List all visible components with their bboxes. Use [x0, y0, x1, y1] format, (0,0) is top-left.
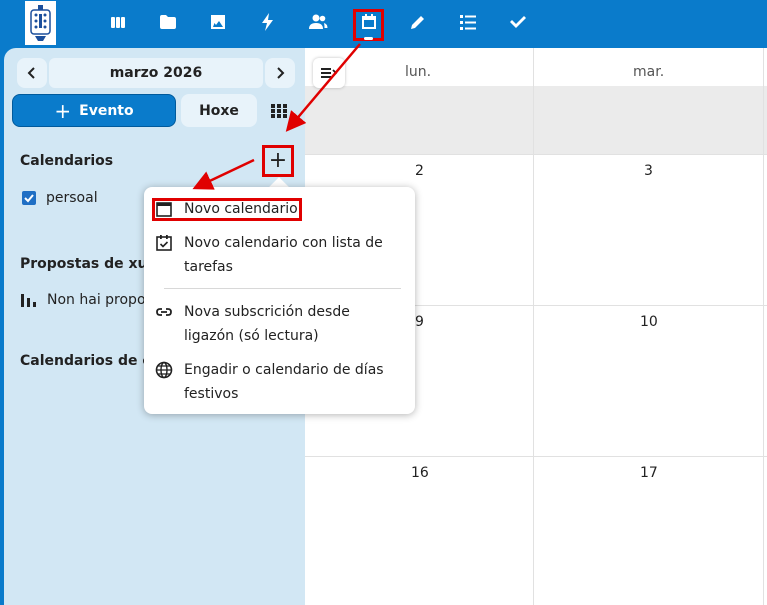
dashboard-icon[interactable]: [104, 8, 132, 36]
toggle-sidebar-button[interactable]: [313, 58, 345, 88]
day-cell-number[interactable]: 17: [640, 465, 658, 481]
notes-icon[interactable]: [404, 8, 432, 36]
contacts-icon[interactable]: [304, 8, 332, 36]
calendar-item-label: persoal: [46, 190, 98, 206]
row-divider: [305, 456, 767, 457]
calendars-section-title: Calendarios: [20, 153, 114, 169]
plus-icon: +: [268, 148, 288, 173]
menu-item-add-holidays[interactable]: Engadir o calendario de días festivos: [154, 358, 404, 406]
month-picker[interactable]: marzo 2026: [49, 58, 263, 88]
calendar-check-icon: [156, 235, 172, 251]
column-divider: [763, 48, 764, 605]
date-navigation: marzo 2026: [17, 58, 295, 88]
logo[interactable]: [25, 1, 56, 45]
day-cell-number[interactable]: 16: [411, 465, 429, 481]
menu-item-new-calendar-tasks[interactable]: Novo calendario con lista de tarefas: [154, 231, 404, 279]
day-cell-number[interactable]: 2: [415, 163, 424, 179]
checkmark-icon[interactable]: [504, 8, 532, 36]
activity-icon[interactable]: [254, 8, 282, 36]
day-header-mon: lun.: [405, 64, 432, 80]
coat-of-arms-icon: [30, 5, 51, 41]
menu-item-label: Engadir o calendario de días festivos: [184, 362, 384, 402]
chevron-right-icon: [277, 67, 285, 79]
menu-item-label: Novo calendario con lista de tarefas: [184, 235, 383, 275]
next-month-button[interactable]: [265, 58, 295, 88]
add-calendar-button[interactable]: +: [262, 145, 294, 177]
link-icon: [156, 308, 172, 316]
globe-icon: [155, 361, 173, 379]
calendar-checkbox[interactable]: [22, 191, 36, 205]
row-divider: [305, 154, 767, 155]
today-button[interactable]: Hoxe: [181, 94, 257, 127]
new-event-button[interactable]: + Evento: [12, 94, 176, 127]
top-header: [0, 0, 767, 48]
new-event-label: Evento: [79, 102, 134, 119]
day-header-tue: mar.: [633, 64, 665, 80]
plus-icon: +: [54, 98, 72, 123]
column-divider: [533, 48, 534, 605]
menu-icon: [321, 68, 338, 78]
menu-item-new-subscription[interactable]: Nova subscrición desde ligazón (só lectu…: [154, 300, 404, 348]
menu-separator: [164, 288, 401, 289]
active-app-indicator: [364, 37, 373, 40]
view-grid-icon[interactable]: [271, 104, 287, 118]
new-calendar-highlight: [152, 198, 302, 221]
calendar-item-persoal[interactable]: persoal: [22, 190, 98, 206]
previous-month-button[interactable]: [17, 58, 47, 88]
tasks-icon[interactable]: [454, 8, 482, 36]
photos-icon[interactable]: [204, 8, 232, 36]
check-icon: [24, 194, 34, 203]
menu-item-label: Nova subscrición desde ligazón (só lectu…: [184, 304, 350, 344]
chevron-left-icon: [27, 67, 35, 79]
day-cell-number[interactable]: 10: [640, 314, 658, 330]
files-icon[interactable]: [154, 8, 182, 36]
all-day-row: [305, 86, 767, 154]
new-calendar-menu: Novo calendario Novo calendario con list…: [144, 187, 415, 414]
poll-icon: [21, 294, 36, 307]
day-cell-number[interactable]: 3: [644, 163, 653, 179]
day-cell-number[interactable]: 9: [415, 314, 424, 330]
